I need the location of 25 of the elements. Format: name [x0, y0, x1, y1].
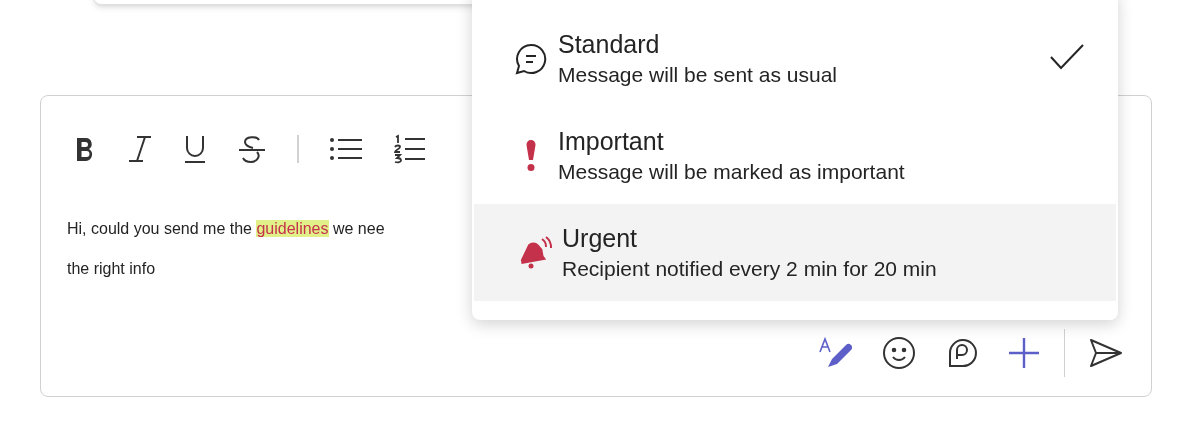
menu-item[interactable]: Important Message will be marked as important	[474, 107, 1116, 204]
send-icon[interactable]	[1089, 338, 1123, 368]
menu-item[interactable]: Urgent Recipient notified every 2 min for 20 min	[474, 204, 1116, 301]
italic-icon[interactable]	[127, 134, 153, 164]
exclamation-icon	[525, 138, 537, 173]
underline-icon[interactable]	[183, 134, 207, 164]
bullet-list-icon[interactable]	[329, 135, 363, 163]
message-text: Hi, could you send me the guidelines we nee	[67, 219, 385, 239]
format-icon[interactable]	[818, 336, 852, 370]
message-text: the right info	[67, 259, 156, 279]
divider	[1064, 329, 1065, 377]
loop-icon[interactable]	[946, 337, 978, 369]
emoji-icon[interactable]	[882, 336, 916, 370]
item-description: Message will be marked as important	[558, 158, 905, 185]
menu-item[interactable]: Standard Message will be sent as usual	[474, 10, 1116, 107]
item-title: Urgent	[562, 222, 638, 254]
chat-bubble-icon	[514, 41, 548, 76]
item-description: Message will be sent as usual	[558, 61, 837, 88]
strikethrough-icon[interactable]	[237, 134, 267, 164]
add-icon[interactable]	[1008, 337, 1040, 369]
item-title: Standard	[558, 28, 660, 60]
item-title: Important	[558, 125, 664, 157]
item-description: Recipient notified every 2 min for 20 min	[562, 255, 937, 282]
numbered-list-icon[interactable]	[393, 134, 427, 164]
toolbar-divider	[297, 135, 299, 163]
